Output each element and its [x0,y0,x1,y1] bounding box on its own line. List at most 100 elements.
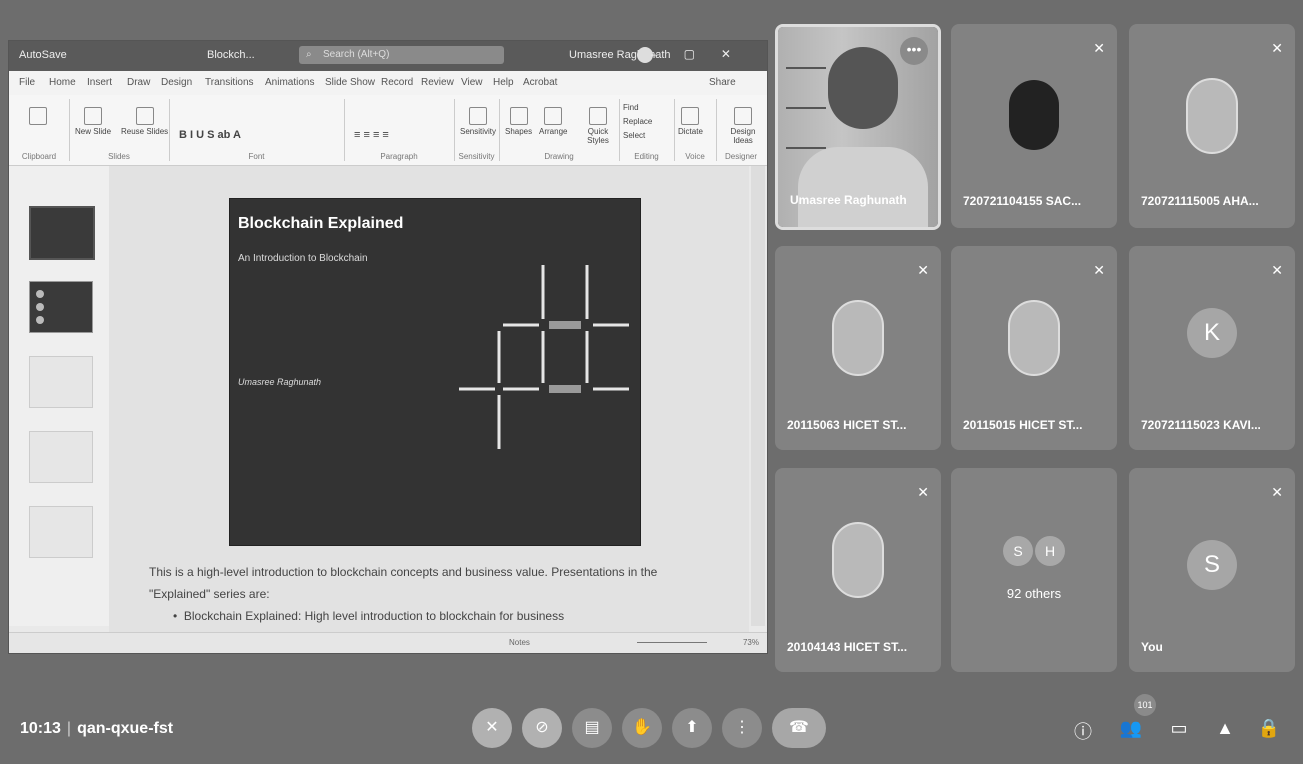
mic-off-icon: ✕ [1271,40,1283,56]
quick-styles-button[interactable]: Quick Styles [577,107,619,145]
ribbon-group-editing: Find Replace Select Editing [619,99,675,161]
ribbon-label-designer: Designer [724,152,757,161]
microphone-toggle[interactable]: ✕ [472,708,512,748]
slide-canvas: Blockchain Explained An Introduction to … [109,166,749,646]
blockchain-grid-graphic [459,265,629,449]
meeting-code: qan-qxue-fst [77,720,174,737]
raise-hand-button[interactable]: ✋ [622,708,662,748]
vertical-scrollbar[interactable] [751,166,765,626]
menu-file[interactable]: File [19,77,35,88]
participant-tile[interactable]: ✕ 20115015 HICET ST... [951,246,1117,450]
participant-initial: H [1035,536,1065,566]
participant-name: 20104143 HICET ST... [787,640,908,654]
participant-avatar [1008,300,1060,376]
participant-tile[interactable]: ✕ 20104143 HICET ST... [775,468,941,672]
replace-button[interactable]: Replace [623,117,652,126]
zoom-level[interactable]: 73% [743,638,759,647]
participant-name: Umasree Raghunath [790,193,907,207]
menu-draw[interactable]: Draw [127,77,150,88]
participant-tile-others[interactable]: S H 92 others [951,468,1117,672]
menu-review[interactable]: Review [421,77,454,88]
share-button[interactable]: Share [709,77,736,88]
menu-transitions[interactable]: Transitions [205,77,254,88]
activities-button[interactable]: ▲ [1212,718,1238,739]
leave-call-button[interactable]: ☎ [772,708,826,748]
participant-tile-presenter[interactable]: ••• Umasree Raghunath [775,24,941,230]
slide-thumbnail-5[interactable] [29,506,93,558]
menu-slideshow[interactable]: Slide Show [325,77,375,88]
lock-icon: 🔒 [1257,718,1281,738]
meeting-details-button[interactable]: ⓘ [1070,718,1096,744]
participant-name: 720721115023 KAVI... [1141,418,1261,432]
menu-acrobat[interactable]: Acrobat [523,77,557,88]
design-ideas-button[interactable]: Design Ideas [720,107,766,145]
participant-tile[interactable]: ✕ K 720721115023 KAVI... [1129,246,1295,450]
editing-buttons[interactable]: Find Replace Select [623,101,652,143]
new-slide-label: New Slide [75,127,112,136]
participant-tile[interactable]: ✕ 720721115005 AHA... [1129,24,1295,228]
more-options-button[interactable]: ⋮ [722,708,762,748]
dictate-label: Dictate [678,127,703,136]
host-controls-button[interactable]: 🔒 [1256,718,1282,739]
captions-button[interactable]: ▤ [572,708,612,748]
ribbon-label-sensitivity: Sensitivity [458,152,495,161]
current-slide[interactable]: Blockchain Explained An Introduction to … [229,198,641,546]
participant-tile-self[interactable]: ✕ S You [1129,468,1295,672]
slide-thumbnail-1[interactable] [29,206,95,260]
font-format-buttons[interactable]: B I U S ab A [179,129,241,141]
menu-help[interactable]: Help [493,77,514,88]
present-button[interactable]: ⬆ [672,708,712,748]
ppt-titlebar: AutoSave Blockch... ⌕ Search (Alt+Q) Uma… [9,41,767,71]
select-button[interactable]: Select [623,131,645,140]
chat-button[interactable]: ▭ [1166,718,1192,739]
arrange-button[interactable]: Arrange [539,107,567,136]
slide-thumbnail-4[interactable] [29,431,93,483]
ribbon-label-paragraph: Paragraph [380,152,418,161]
mic-off-icon: ✕ [485,719,499,736]
slide-thumbnail-3[interactable] [29,356,93,408]
present-icon: ⬆ [685,719,699,736]
participant-tile[interactable]: ✕ 720721104155 SAC... [951,24,1117,228]
menu-home[interactable]: Home [49,77,76,88]
dictate-button[interactable]: Dictate [678,107,703,136]
menu-insert[interactable]: Insert [87,77,112,88]
menu-animations[interactable]: Animations [265,77,314,88]
zoom-slider[interactable] [637,642,707,643]
menu-design[interactable]: Design [161,77,192,88]
find-button[interactable]: Find [623,103,639,112]
ribbon-label-editing: Editing [634,152,659,161]
new-slide-button[interactable]: New Slide [75,107,111,136]
camera-toggle[interactable]: ⊘ [522,708,562,748]
ribbon-label-slides: Slides [108,152,130,161]
shapes-button[interactable]: Shapes [505,107,532,136]
autosave-label[interactable]: AutoSave [19,49,67,61]
file-name: Blockch... [207,49,255,61]
participant-avatar [1009,80,1059,150]
activities-icon: ▲ [1216,718,1234,738]
ppt-search-box[interactable]: ⌕ Search (Alt+Q) [299,46,504,64]
hang-up-icon: ☎ [789,719,809,736]
notes-toggle[interactable]: Notes [509,638,530,647]
participant-name: 720721115005 AHA... [1141,194,1259,208]
sensitivity-button[interactable]: Sensitivity [460,107,496,136]
menu-view[interactable]: View [461,77,483,88]
more-options-icon[interactable]: ••• [900,37,928,65]
slide-author: Umasree Raghunath [238,377,322,387]
ribbon-group-clipboard: Clipboard [9,99,70,161]
participant-avatar [832,522,884,598]
people-button[interactable]: 👥 [1118,718,1144,739]
paste-button[interactable] [29,107,47,127]
speaker-notes[interactable]: This is a high-level introduction to blo… [149,561,749,627]
shapes-label: Shapes [505,127,533,136]
window-controls[interactable]: –▢✕ [651,47,757,61]
participant-name: You [1141,640,1163,654]
reuse-slides-button[interactable]: Reuse Slides [121,107,168,136]
participant-tile[interactable]: ✕ 20115063 HICET ST... [775,246,941,450]
captions-icon: ▤ [584,719,600,736]
ribbon-group-voice: Dictate Voice [674,99,717,161]
paragraph-align-buttons[interactable]: ≡ ≡ ≡ ≡ [354,129,389,141]
slide-subtitle: An Introduction to Blockchain [238,253,368,264]
notes-bullet: • Blockchain Explained: High level intro… [173,609,565,623]
menu-record[interactable]: Record [381,77,413,88]
slide-thumbnail-2[interactable] [29,281,93,333]
